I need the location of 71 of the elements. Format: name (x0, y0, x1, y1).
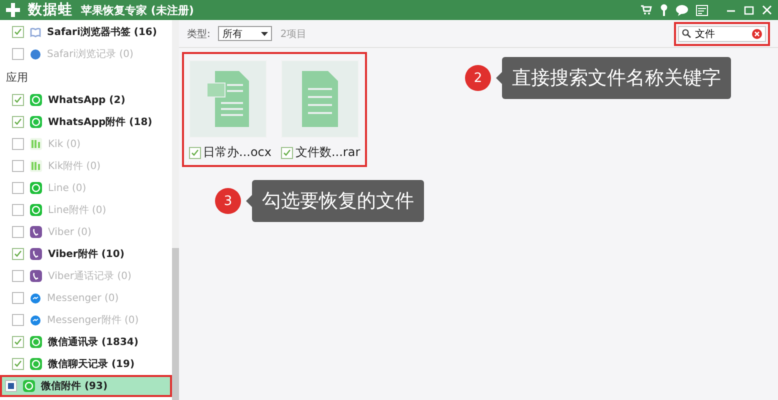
search-field[interactable]: 文件 (678, 26, 766, 42)
checkbox[interactable] (189, 146, 201, 158)
scrollbar[interactable] (172, 20, 179, 400)
checkbox[interactable] (12, 48, 24, 60)
clear-icon[interactable] (752, 28, 762, 38)
list-icon[interactable] (696, 4, 708, 16)
category-item[interactable]: 微信附件 (93) (0, 375, 172, 397)
category-item[interactable]: WhatsApp (2) (0, 89, 172, 111)
checkbox[interactable] (12, 358, 24, 370)
close-icon[interactable] (762, 5, 772, 15)
checkbox[interactable] (12, 26, 24, 38)
checkbox[interactable] (12, 138, 24, 150)
callout-tooltip: 直接搜索文件名称关键字 (502, 57, 731, 99)
category-label: Safari浏览记录 (0) (47, 48, 134, 61)
brand-name: 数据蛙 (28, 1, 73, 19)
category-label: Line (0) (48, 182, 86, 194)
category-label: Viber (0) (48, 226, 92, 238)
category-label: Safari浏览器书签 (16) (47, 26, 157, 39)
step-number: 3 (215, 188, 241, 214)
checkbox[interactable] (12, 182, 24, 194)
item-count: 2项目 (280, 28, 307, 40)
callout-pointer-icon (496, 72, 502, 84)
chat-icon[interactable] (676, 4, 688, 16)
category-label: Kik (0) (48, 138, 80, 150)
category-label: WhatsApp附件 (18) (48, 116, 152, 129)
category-label: Messenger (0) (47, 292, 119, 304)
checkbox[interactable] (12, 94, 24, 106)
checkbox[interactable] (281, 146, 294, 158)
file-thumbnail[interactable] (281, 60, 360, 138)
category-item[interactable]: Safari浏览器书签 (16) (0, 21, 172, 43)
checkbox[interactable] (12, 116, 24, 128)
file-thumbnail[interactable] (189, 60, 267, 138)
checkbox[interactable] (12, 160, 24, 172)
cart-icon[interactable] (641, 5, 652, 15)
document-icon (300, 69, 340, 129)
document-icon (205, 69, 251, 129)
category-item[interactable]: Viber附件 (10) (0, 243, 172, 265)
category-item[interactable]: 微信聊天记录 (19) (0, 353, 172, 375)
checkbox[interactable] (12, 292, 24, 304)
file-name: 日常办...ocx (203, 144, 272, 161)
type-dropdown[interactable]: 所有 (218, 26, 272, 41)
type-label: 类型: (187, 28, 210, 40)
section-heading: 应用 (5, 70, 29, 86)
category-label: 微信通讯录 (1834) (48, 336, 138, 349)
checkbox[interactable] (12, 226, 24, 238)
step-number: 2 (465, 65, 491, 91)
category-item[interactable]: 微信通讯录 (1834) (0, 331, 172, 353)
category-label: Viber通话记录 (0) (48, 270, 132, 283)
caret-icon (261, 32, 268, 36)
category-item[interactable]: WhatsApp附件 (18) (0, 111, 172, 133)
category-label: Kik附件 (0) (48, 160, 100, 173)
plus-logo-icon (6, 3, 20, 17)
search-icon (682, 29, 691, 38)
category-label: Messenger附件 (0) (47, 314, 139, 327)
category-label: 微信附件 (93) (41, 380, 108, 393)
checkbox[interactable] (12, 204, 24, 216)
maximize-icon[interactable] (744, 5, 754, 15)
checkbox[interactable] (5, 380, 17, 392)
key-icon[interactable] (660, 4, 668, 16)
checkbox[interactable] (12, 336, 24, 348)
category-label: WhatsApp (2) (48, 94, 126, 106)
category-label: Viber附件 (10) (48, 248, 124, 261)
checkbox[interactable] (12, 270, 24, 282)
window-title: 苹果恢复专家 (未注册) (81, 2, 194, 18)
callout-tooltip: 勾选要恢复的文件 (252, 180, 424, 222)
file-name: 文件数...rar (295, 144, 360, 161)
category-label: 微信聊天记录 (19) (48, 358, 135, 371)
checkbox[interactable] (12, 248, 24, 260)
category-label: Line附件 (0) (48, 204, 106, 217)
checkbox[interactable] (12, 314, 24, 326)
callout-pointer-icon (246, 195, 252, 207)
